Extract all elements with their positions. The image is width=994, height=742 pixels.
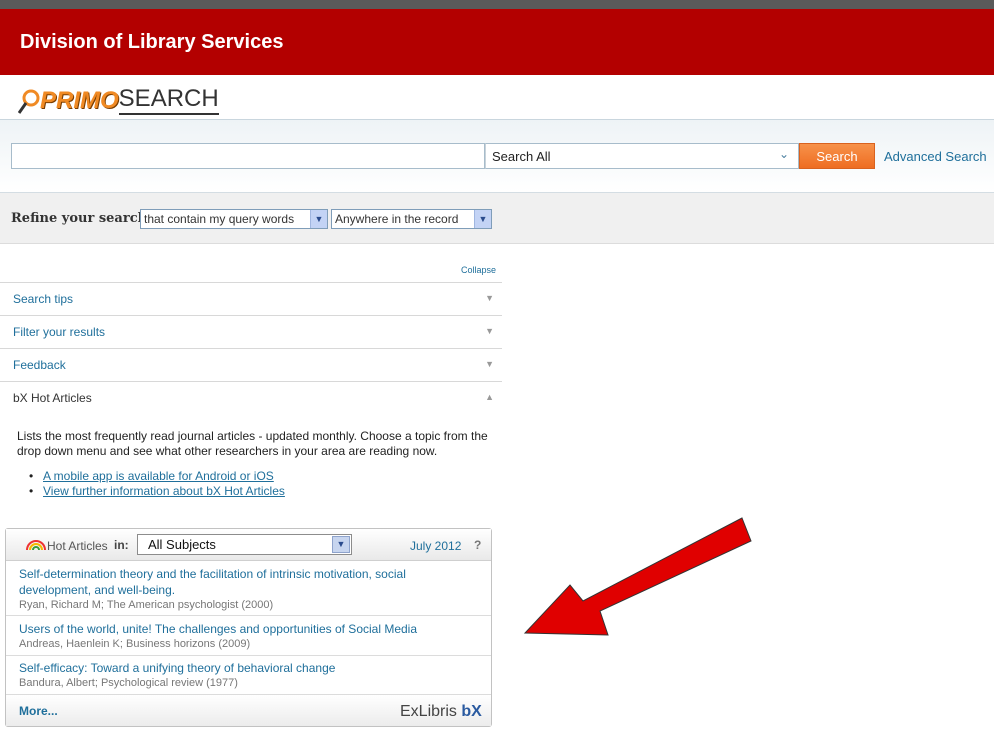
dropdown-arrow-icon: ▼ — [310, 210, 327, 228]
widget-header: Hot Articles in: All Subjects ▼ July 201… — [6, 529, 491, 561]
red-arrow-annotation — [523, 517, 752, 636]
hot-articles-widget: Hot Articles in: All Subjects ▼ July 201… — [5, 528, 492, 727]
rainbow-icon — [26, 540, 46, 550]
sidebar-accordion: Search tips ▼ Filter your results ▼ Feed… — [0, 282, 502, 414]
expand-arrow-icon: ▼ — [485, 293, 494, 303]
record-scope-select[interactable]: Anywhere in the record ▼ — [331, 209, 492, 229]
sidebar-item-label: bX Hot Articles — [13, 391, 92, 405]
logo-search: SEARCH — [118, 85, 219, 115]
chevron-down-icon: ⌄ — [778, 147, 789, 161]
scope-value: Search All — [492, 149, 551, 164]
subject-value: All Subjects — [148, 537, 216, 552]
sidebar-item-search-tips[interactable]: Search tips ▼ — [0, 282, 502, 315]
sidebar-item-feedback[interactable]: Feedback ▼ — [0, 348, 502, 381]
record-scope-value: Anywhere in the record — [335, 212, 459, 226]
list-item: Self-efficacy: Toward a unifying theory … — [6, 656, 491, 695]
advanced-search-link[interactable]: Advanced Search — [884, 149, 987, 164]
sidebar-item-label: Feedback — [13, 358, 66, 372]
refine-bar: Refine your search: that contain my quer… — [0, 193, 994, 244]
article-title-link[interactable]: Users of the world, unite! The challenge… — [19, 621, 459, 637]
article-meta: Bandura, Albert; Psychological review (1… — [19, 677, 238, 689]
mobile-app-link[interactable]: A mobile app is available for Android or… — [27, 469, 285, 484]
sidebar-item-label: Search tips — [13, 292, 74, 306]
logo-primo: PRIMO — [40, 87, 119, 114]
widget-date[interactable]: July 2012 — [410, 539, 461, 553]
search-input[interactable] — [11, 143, 485, 169]
search-area: Search All ⌄ Search Advanced Search — [0, 120, 994, 193]
magnifier-icon — [17, 87, 40, 115]
page-title: Division of Library Services — [20, 31, 284, 53]
widget-footer: More... ExLibris bX — [6, 695, 491, 726]
bx-link-list: A mobile app is available for Android or… — [27, 469, 285, 499]
dropdown-arrow-icon: ▼ — [332, 536, 350, 553]
collapse-link[interactable]: Collapse — [461, 265, 496, 275]
logo-row: PRIMO SEARCH — [0, 75, 994, 120]
list-item: Users of the world, unite! The challenge… — [6, 616, 491, 656]
in-label: in: — [114, 538, 129, 552]
article-meta: Andreas, Haenlein K; Business horizons (… — [19, 638, 251, 650]
brand-bx: bX — [461, 703, 482, 720]
widget-title: Hot Articles — [47, 539, 108, 553]
sidebar-item-filter[interactable]: Filter your results ▼ — [0, 315, 502, 348]
subject-select[interactable]: All Subjects ▼ — [137, 534, 352, 555]
expand-arrow-icon: ▼ — [485, 359, 494, 369]
scope-select[interactable]: Search All ⌄ — [485, 143, 799, 169]
expand-arrow-icon: ▼ — [485, 326, 494, 336]
article-title-link[interactable]: Self-determination theory and the facili… — [19, 566, 459, 598]
refine-label: Refine your search: — [11, 211, 152, 226]
more-link[interactable]: More... — [19, 704, 58, 718]
top-strip — [0, 0, 994, 9]
primo-logo[interactable]: PRIMO SEARCH — [17, 83, 219, 115]
sidebar-item-bx-hot-articles[interactable]: bX Hot Articles ▲ — [0, 381, 502, 414]
list-item: Self-determination theory and the facili… — [6, 561, 491, 616]
header-banner: Division of Library Services — [0, 9, 994, 75]
article-title-link[interactable]: Self-efficacy: Toward a unifying theory … — [19, 660, 459, 676]
brand-exlibris: ExLibris — [400, 703, 457, 720]
article-meta: Ryan, Richard M; The American psychologi… — [19, 599, 274, 611]
bx-description: Lists the most frequently read journal a… — [17, 429, 488, 458]
collapse-arrow-icon: ▲ — [485, 392, 494, 402]
bx-info-link[interactable]: View further information about bX Hot Ar… — [27, 484, 285, 499]
search-button[interactable]: Search — [799, 143, 875, 169]
help-icon[interactable]: ? — [474, 538, 481, 552]
dropdown-arrow-icon: ▼ — [474, 210, 491, 228]
query-match-select[interactable]: that contain my query words ▼ — [140, 209, 328, 229]
sidebar-item-label: Filter your results — [13, 325, 106, 339]
exlibris-logo: ExLibris bX — [400, 703, 482, 721]
query-match-value: that contain my query words — [144, 212, 295, 226]
